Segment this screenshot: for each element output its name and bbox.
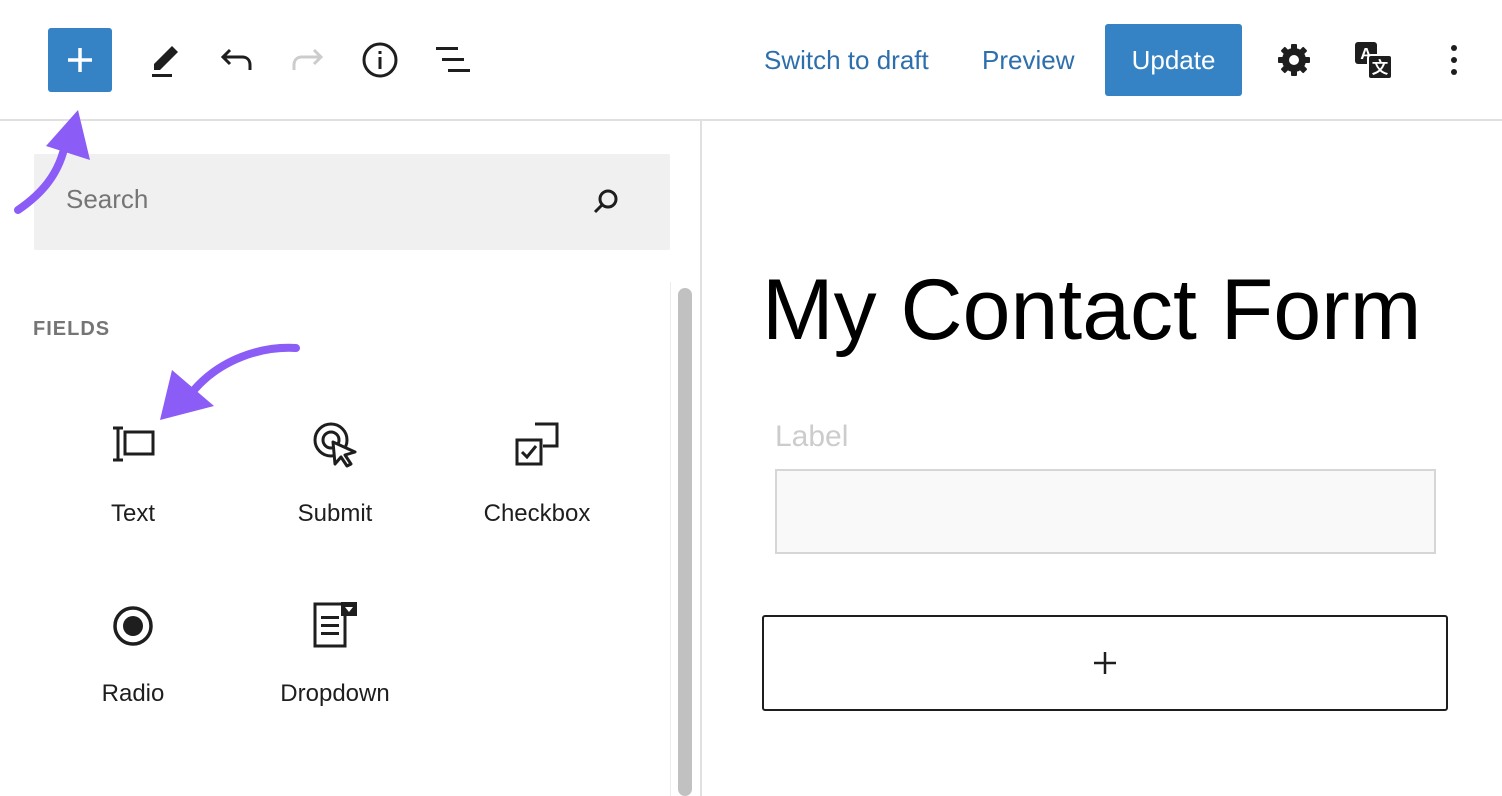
block-label: Radio [101,680,165,707]
text-field-icon [113,426,155,462]
update-button[interactable]: Update [1105,24,1242,96]
block-item-text[interactable]: Text [33,420,233,570]
undo-button[interactable] [212,36,260,84]
sidebar-scrollbar[interactable] [678,288,692,796]
radio-icon [113,606,153,646]
plus-icon [68,48,92,72]
fields-section-title: FIELDS [33,318,111,340]
field-label[interactable]: Label [775,420,848,454]
tools-button[interactable] [140,36,188,84]
block-item-checkbox[interactable]: Checkbox [437,420,637,570]
translate-icon: A 文 [1355,42,1393,80]
sidebar-divider [700,121,702,796]
more-vertical-icon [1451,45,1457,75]
svg-text:文: 文 [1372,58,1389,77]
dropdown-icon [313,602,357,648]
pen-icon [152,46,178,77]
block-item-submit[interactable]: Submit [235,420,435,570]
list-view-button[interactable] [428,36,476,84]
undo-icon [220,48,252,70]
block-item-radio[interactable]: Radio [33,600,233,750]
preview-link[interactable]: Preview [982,40,1074,80]
list-view-icon [436,47,470,72]
search-input[interactable]: Search [66,184,148,215]
translate-button[interactable]: A 文 [1349,36,1397,84]
text-field-input[interactable] [775,469,1436,554]
details-button[interactable] [356,36,404,84]
block-label: Checkbox [483,500,591,527]
block-label: Text [110,500,155,527]
search-icon [593,189,618,214]
options-button[interactable] [1430,36,1478,84]
gear-icon [1278,44,1310,76]
block-label: Dropdown [280,680,390,707]
settings-button[interactable] [1270,36,1318,84]
block-search[interactable]: Search [34,154,670,250]
block-item-dropdown[interactable]: Dropdown [235,600,435,750]
info-icon [362,42,398,78]
top-toolbar: Switch to draft Preview Update A 文 [0,0,1502,121]
redo-button[interactable] [284,36,332,84]
block-inserter-button[interactable] [48,28,112,92]
plus-icon [1094,652,1116,674]
block-label: Submit [297,500,373,527]
checkbox-icon [515,422,559,466]
redo-icon [292,48,324,70]
add-block-button[interactable] [762,615,1448,711]
submit-cursor-icon [313,422,357,468]
switch-to-draft-link[interactable]: Switch to draft [764,40,929,80]
page-title[interactable]: My Contact Form [762,260,1421,360]
